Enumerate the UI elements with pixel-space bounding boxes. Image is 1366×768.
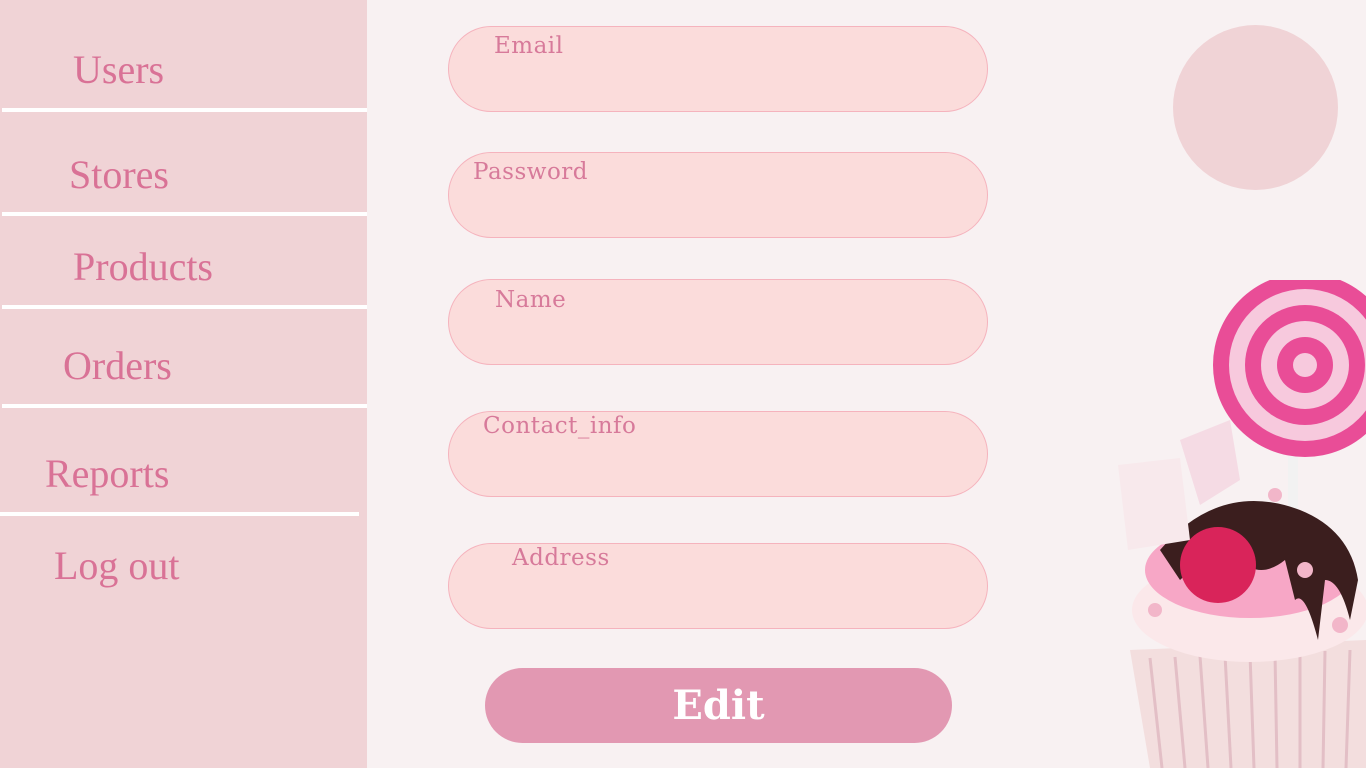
email-field[interactable]: Email bbox=[448, 26, 988, 112]
password-label: Password bbox=[473, 159, 589, 185]
lollipop bbox=[1213, 280, 1366, 457]
sidebar-item-products[interactable]: Products bbox=[73, 247, 213, 287]
sidebar-divider bbox=[2, 305, 367, 309]
name-input[interactable] bbox=[489, 320, 947, 350]
sidebar-divider bbox=[2, 212, 367, 216]
password-field[interactable]: Password bbox=[448, 152, 988, 238]
edit-user-page: Users Stores Products Orders Reports Log… bbox=[0, 0, 1366, 768]
address-label: Address bbox=[512, 545, 610, 571]
email-input[interactable] bbox=[489, 67, 947, 97]
sidebar-divider bbox=[2, 404, 367, 408]
edit-button[interactable]: Edit bbox=[485, 668, 952, 743]
email-label: Email bbox=[494, 33, 564, 59]
raspberry bbox=[1180, 527, 1256, 603]
contact-info-label: Contact_info bbox=[483, 413, 637, 439]
sidebar-item-orders[interactable]: Orders bbox=[63, 346, 172, 386]
sidebar: Users Stores Products Orders Reports Log… bbox=[0, 0, 367, 768]
sidebar-item-log-out[interactable]: Log out bbox=[54, 546, 180, 586]
white-chocolate-piece bbox=[1118, 458, 1190, 550]
sidebar-divider bbox=[0, 512, 359, 516]
address-input[interactable] bbox=[489, 584, 947, 614]
address-field[interactable]: Address bbox=[448, 543, 988, 629]
contact-info-input[interactable] bbox=[489, 452, 947, 482]
white-chocolate-piece bbox=[1180, 420, 1240, 505]
name-field[interactable]: Name bbox=[448, 279, 988, 365]
sidebar-item-users[interactable]: Users bbox=[73, 50, 164, 90]
contact-info-field[interactable]: Contact_info bbox=[448, 411, 988, 497]
sidebar-divider bbox=[2, 108, 367, 112]
sidebar-item-reports[interactable]: Reports bbox=[45, 454, 169, 494]
cupcake-lollipop-icon bbox=[1118, 280, 1366, 768]
name-label: Name bbox=[495, 287, 567, 313]
sidebar-item-stores[interactable]: Stores bbox=[69, 155, 169, 195]
password-input[interactable] bbox=[489, 193, 947, 223]
avatar[interactable] bbox=[1173, 25, 1338, 190]
